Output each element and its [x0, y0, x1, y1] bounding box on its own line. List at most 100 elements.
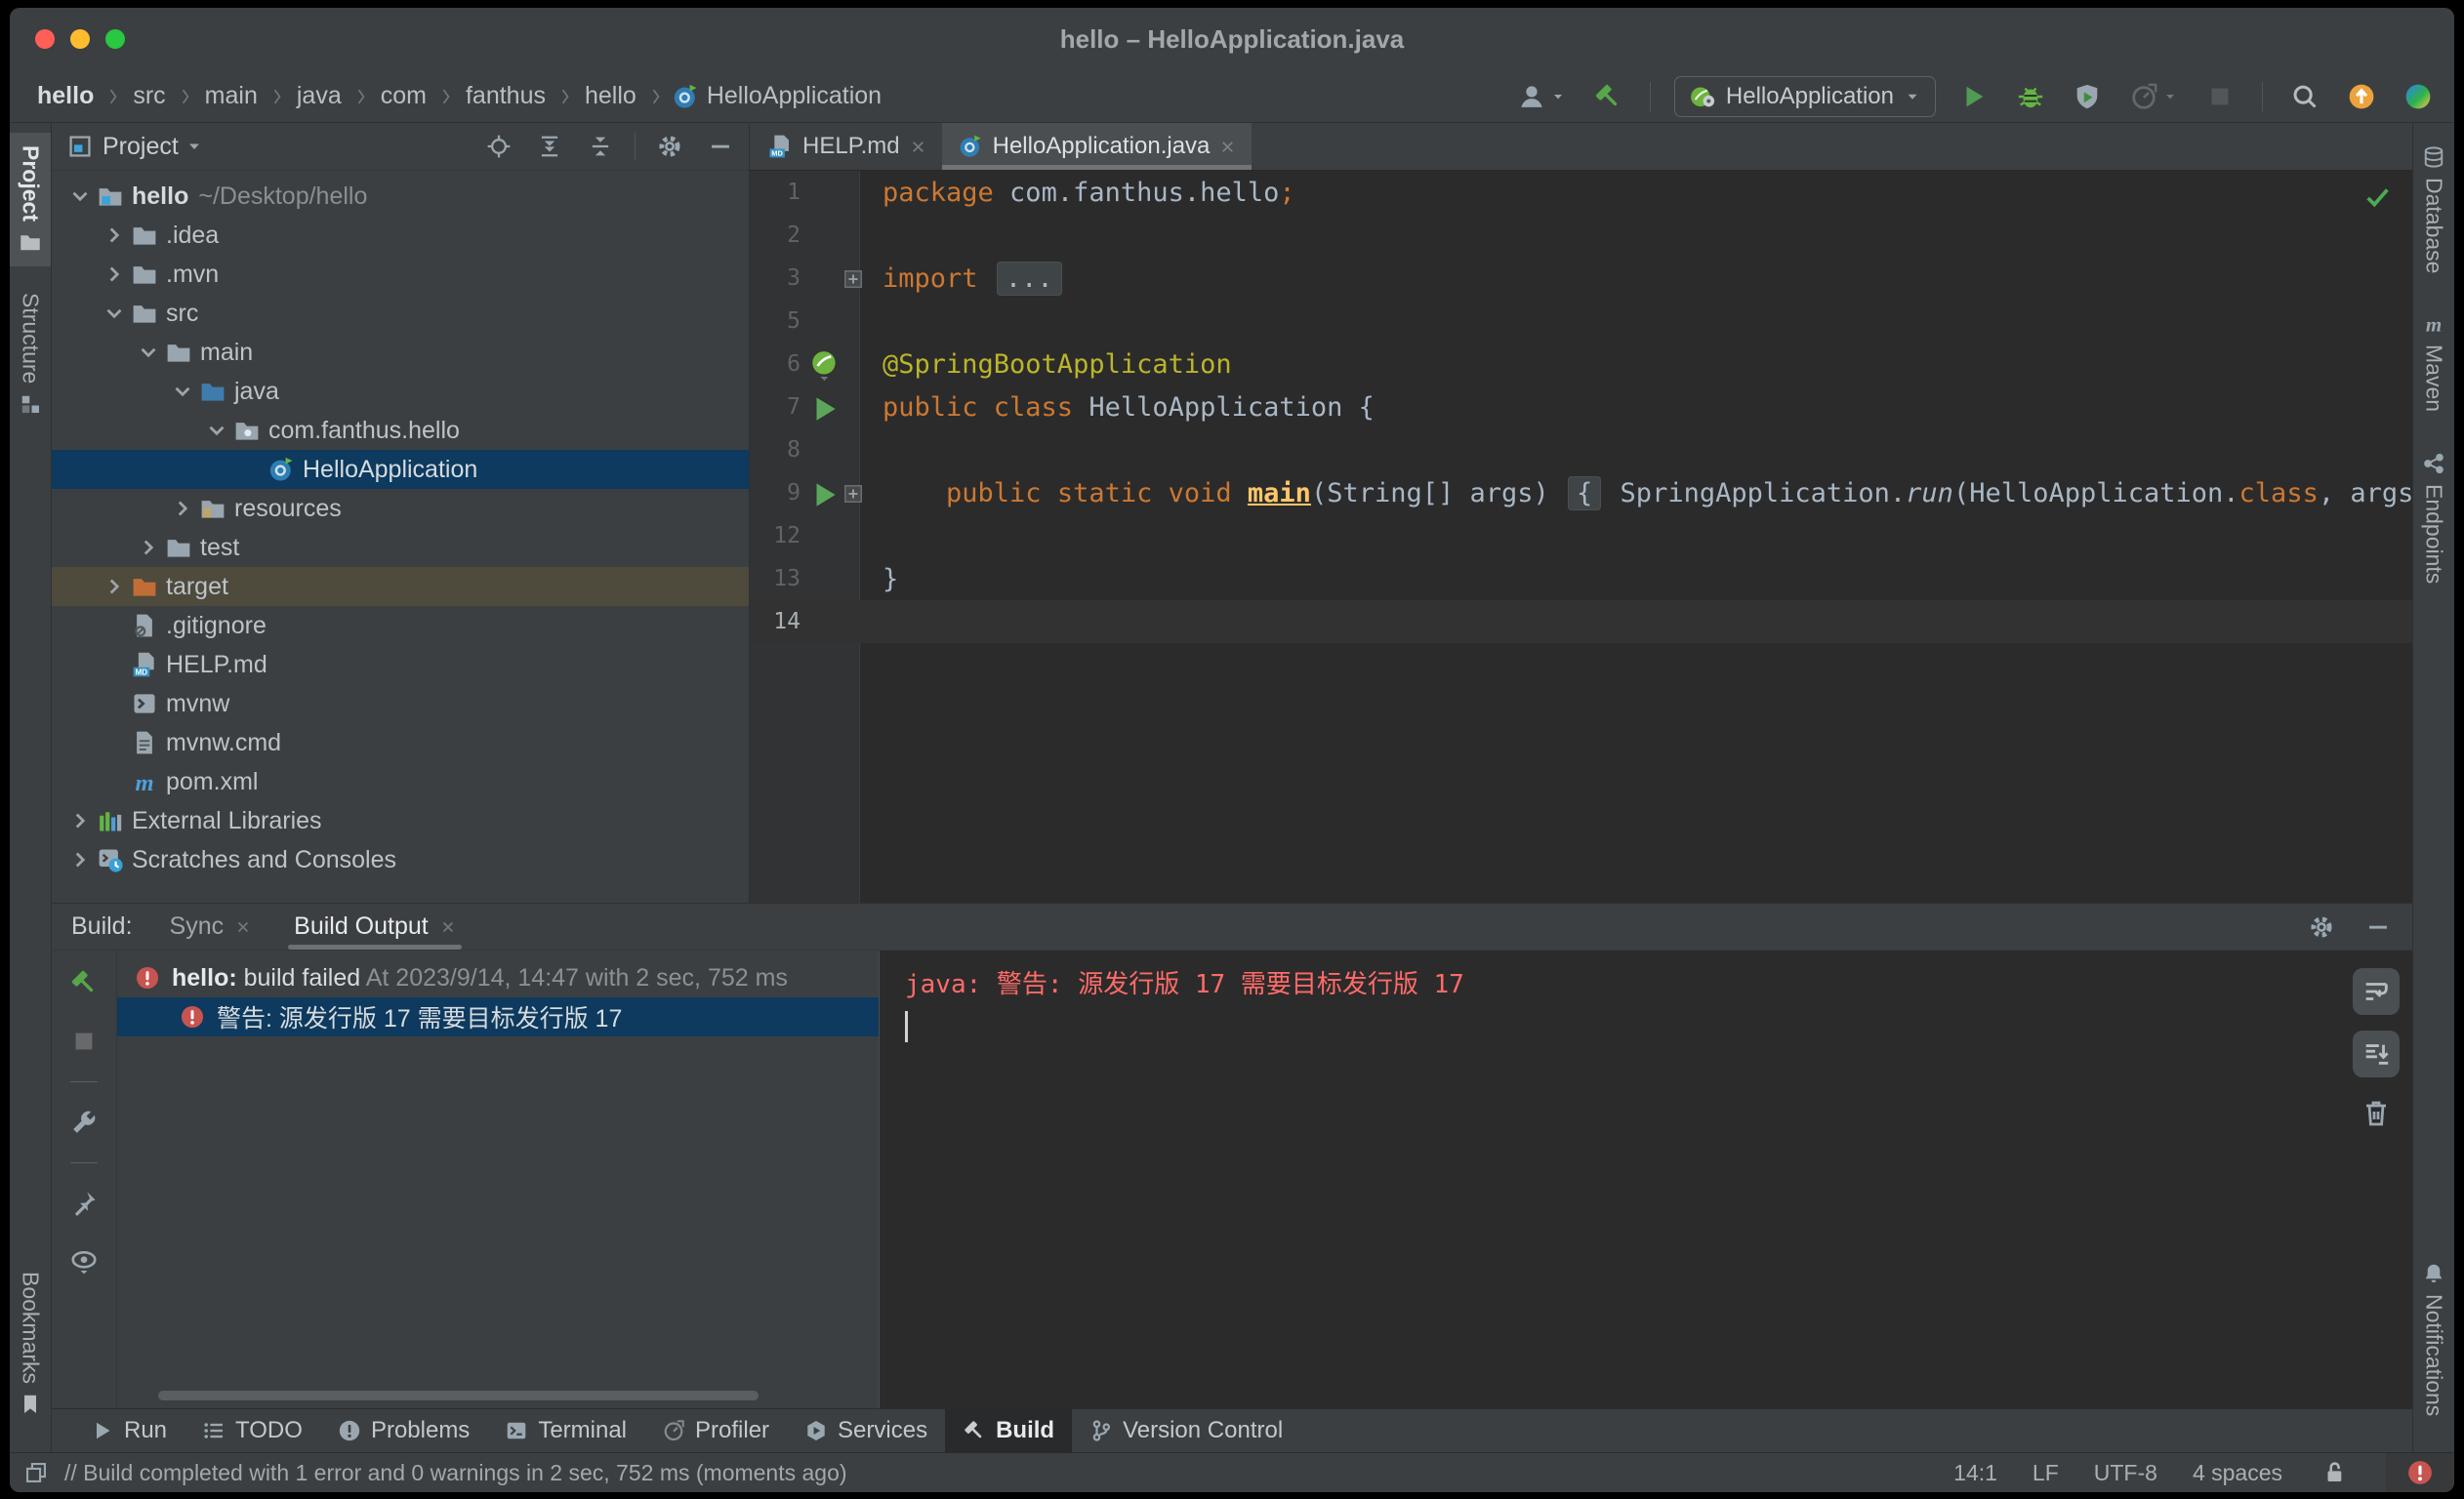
error-indicator-badge[interactable]	[2386, 1453, 2454, 1492]
tree-expand-chevron-icon[interactable]	[102, 262, 129, 287]
build-console[interactable]: java: 警告: 源发行版 17 需要目标发行版 17	[879, 951, 2340, 1408]
hammer-button[interactable]	[65, 964, 103, 1001]
close-icon[interactable]	[440, 919, 456, 935]
scrollend-button[interactable]	[2353, 1031, 2400, 1077]
close-icon[interactable]	[1219, 139, 1236, 155]
stripe-button-structure[interactable]: Structure	[10, 280, 51, 428]
debug-button[interactable]	[2012, 78, 2049, 115]
tree-item-mvnw[interactable]: mvnw	[52, 684, 749, 723]
stripe-button-database[interactable]: Database	[2413, 133, 2454, 286]
spring-gutter-icon[interactable]	[808, 349, 842, 379]
tree-expand-chevron-icon[interactable]	[102, 574, 129, 599]
tree-collapse-chevron-icon[interactable]	[170, 379, 197, 404]
status-widget[interactable]: LF	[2033, 1460, 2059, 1486]
project-panel-title[interactable]: Project	[103, 133, 179, 161]
breadcrumb-item[interactable]: java	[293, 82, 346, 110]
tree-item--idea[interactable]: .idea	[52, 216, 749, 255]
code-line-13[interactable]: 13}	[750, 557, 2412, 600]
trash-button[interactable]	[2357, 1093, 2396, 1132]
breadcrumb-item[interactable]: hello	[581, 82, 640, 110]
lock-button[interactable]	[2318, 1456, 2351, 1489]
breadcrumb-item[interactable]: fanthus	[462, 82, 550, 110]
tree-item--mvn[interactable]: .mvn	[52, 255, 749, 294]
build-tab-sync[interactable]: Sync	[170, 904, 252, 950]
breadcrumb-item[interactable]: hello	[33, 82, 98, 110]
hammer-button[interactable]	[1589, 78, 1626, 115]
tree-collapse-chevron-icon[interactable]	[136, 340, 163, 365]
minimize-button[interactable]	[2361, 911, 2395, 944]
status-widget[interactable]: 14:1	[1953, 1460, 1997, 1486]
code-line-14[interactable]: 14	[750, 600, 2412, 643]
tree-expand-chevron-icon[interactable]	[136, 535, 163, 560]
fold-marker-icon[interactable]	[842, 482, 865, 504]
status-widget[interactable]: UTF-8	[2094, 1460, 2157, 1486]
softwrap-button[interactable]	[2353, 968, 2400, 1015]
breadcrumb-item[interactable]: main	[201, 82, 262, 110]
tree-item--gitignore[interactable]: .gitignore	[52, 606, 749, 645]
tree-item-help-md[interactable]: MDHELP.md	[52, 645, 749, 684]
toolwindow-button-services[interactable]: Services	[787, 1409, 945, 1452]
code-line-2[interactable]: 2	[750, 214, 2412, 257]
build-tab-build-output[interactable]: Build Output	[294, 904, 456, 950]
close-icon[interactable]	[235, 919, 251, 935]
gear-button[interactable]	[653, 130, 686, 163]
gradient-button[interactable]	[2400, 78, 2437, 115]
status-widget[interactable]: 4 spaces	[2193, 1460, 2282, 1486]
breadcrumb-current[interactable]: HelloApplication	[672, 82, 882, 110]
code-line-3[interactable]: 3import ...	[750, 257, 2412, 300]
toolwindow-button-terminal[interactable]: Terminal	[487, 1409, 644, 1452]
stop-button[interactable]	[65, 1023, 103, 1060]
status-message[interactable]: // Build completed with 1 error and 0 wa…	[64, 1460, 847, 1486]
run-configuration-select[interactable]: HelloApplication	[1674, 76, 1936, 117]
user-button[interactable]	[1513, 78, 1570, 115]
breadcrumb-item[interactable]: src	[129, 82, 169, 110]
profiler-button[interactable]	[2125, 78, 2182, 115]
layered-squares-icon[interactable]	[23, 1460, 49, 1485]
fold-marker-icon[interactable]	[842, 267, 865, 289]
tree-item-java[interactable]: java	[52, 372, 749, 411]
stripe-button-maven[interactable]: mMaven	[2413, 300, 2454, 425]
close-icon[interactable]	[910, 139, 926, 155]
tree-item-helloapplication[interactable]: HelloApplication	[52, 450, 749, 489]
code-line-7[interactable]: 7public class HelloApplication {	[750, 385, 2412, 428]
tree-expand-chevron-icon[interactable]	[102, 223, 129, 248]
tree-item-pom-xml[interactable]: mpom.xml	[52, 762, 749, 801]
toolwindow-button-problems[interactable]: Problems	[320, 1409, 487, 1452]
build-tree-row[interactable]: hello: build failed At 2023/9/14, 14:47 …	[117, 958, 879, 997]
stop-button[interactable]	[2201, 78, 2238, 115]
toolwindow-button-run[interactable]: Run	[73, 1409, 185, 1452]
pin-button[interactable]	[65, 1185, 103, 1222]
toolwindow-button-version-control[interactable]: Version Control	[1072, 1409, 1300, 1452]
tree-collapse-chevron-icon[interactable]	[67, 183, 95, 209]
wrench-button[interactable]	[65, 1104, 103, 1141]
tree-expand-chevron-icon[interactable]	[67, 808, 95, 833]
tree-item-src[interactable]: src	[52, 294, 749, 333]
update-button[interactable]	[2343, 78, 2380, 115]
code-line-12[interactable]: 12	[750, 514, 2412, 557]
tree-collapse-chevron-icon[interactable]	[204, 418, 231, 443]
play-button[interactable]	[1955, 78, 1992, 115]
coverage-button[interactable]	[2069, 78, 2106, 115]
chevron-down-icon[interactable]	[185, 137, 204, 156]
run-tri-icon[interactable]	[808, 392, 842, 422]
tree-item-hello[interactable]: hello~/Desktop/hello	[52, 177, 749, 216]
toolwindow-button-profiler[interactable]: Profiler	[644, 1409, 787, 1452]
gear-button[interactable]	[2305, 911, 2338, 944]
locate-button[interactable]	[482, 130, 515, 163]
expand-all-button[interactable]	[533, 130, 566, 163]
tree-item-resources[interactable]: resources	[52, 489, 749, 528]
stripe-button-endpoints[interactable]: Endpoints	[2413, 439, 2454, 596]
code-line-1[interactable]: 1package com.fanthus.hello;	[750, 171, 2412, 214]
minimize-button[interactable]	[704, 130, 737, 163]
code-editor[interactable]: 1package com.fanthus.hello;23import ...5…	[750, 171, 2412, 903]
tree-item-test[interactable]: test	[52, 528, 749, 567]
editor-tab-help-md[interactable]: MDHELP.md	[752, 123, 942, 170]
tree-item-main[interactable]: main	[52, 333, 749, 372]
stripe-button-project[interactable]: Project	[10, 133, 51, 266]
tree-item-mvnw-cmd[interactable]: mvnw.cmd	[52, 723, 749, 762]
tree-item-target[interactable]: target	[52, 567, 749, 606]
stripe-button-notifications[interactable]: Notifications	[2413, 1249, 2454, 1429]
tree-item-scratches-and-consoles[interactable]: Scratches and Consoles	[52, 840, 749, 879]
stripe-button-bookmarks[interactable]: Bookmarks	[10, 1259, 51, 1429]
code-line-9[interactable]: 9 public static void main(String[] args)…	[750, 471, 2412, 514]
